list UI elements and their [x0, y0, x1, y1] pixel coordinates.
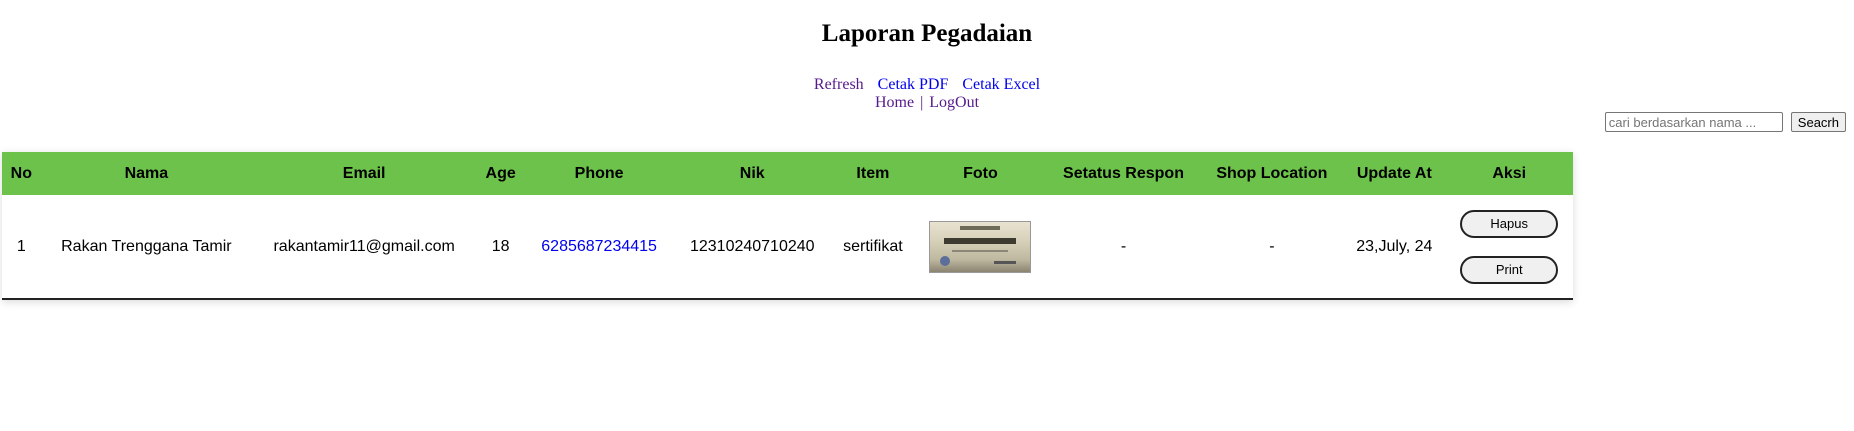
page-title: Laporan Pegadaian	[821, 20, 1033, 47]
certificate-photo-thumbnail[interactable]	[929, 220, 1032, 273]
table-row: 1 Rakan Trenggana Tamir rakantamir11@gma…	[2, 195, 1573, 298]
report-table: No Nama Email Age Phone Nik Item Foto Se…	[2, 152, 1573, 298]
delete-button[interactable]: Hapus	[1460, 209, 1559, 238]
logout-link[interactable]: LogOut	[929, 94, 979, 111]
cell-item: sertifikat	[843, 237, 903, 255]
print-button[interactable]: Print	[1460, 255, 1559, 284]
column-header-update-at: Update At	[1356, 164, 1432, 182]
column-header-item: Item	[856, 164, 890, 182]
cell-update-at: 23,July, 24	[1356, 237, 1433, 255]
column-header-phone: Phone	[574, 164, 624, 182]
cell-nama: Rakan Trenggana Tamir	[61, 237, 232, 255]
nav-separator: |	[920, 94, 924, 111]
table-header-row: No Nama Email Age Phone Nik Item Foto Se…	[2, 152, 1573, 195]
column-header-shop-location: Shop Location	[1216, 164, 1328, 182]
print-pdf-link[interactable]: Cetak PDF	[878, 76, 949, 93]
cell-age: 18	[491, 237, 510, 255]
certificate-line-graphic	[952, 249, 1009, 252]
search-form: Seacrh	[1604, 112, 1846, 132]
cell-phone[interactable]: 6285687234415	[525, 195, 673, 298]
print-excel-link[interactable]: Cetak Excel	[962, 76, 1040, 93]
column-header-no: No	[10, 164, 32, 182]
page: Laporan Pegadaian Refresh Cetak PDF Ceta…	[0, 0, 1854, 431]
certificate-name-graphic	[944, 237, 1017, 244]
column-header-nama: Nama	[124, 164, 169, 182]
report-table-container: No Nama Email Age Phone Nik Item Foto Se…	[2, 152, 1573, 300]
search-input[interactable]	[1604, 112, 1783, 132]
column-header-nik: Nik	[739, 164, 765, 182]
column-header-status: Setatus Respon	[1063, 164, 1184, 182]
cell-nik: 12310240710240	[689, 237, 815, 255]
cell-foto	[914, 195, 1046, 298]
cell-status: -	[1120, 237, 1127, 255]
certificate-seal-graphic	[940, 255, 951, 266]
column-header-foto: Foto	[963, 164, 998, 182]
column-header-email: Email	[342, 164, 386, 182]
account-links: Home | LogOut	[0, 94, 1854, 112]
home-link[interactable]: Home	[875, 94, 914, 111]
certificate-heading-graphic	[960, 225, 1001, 230]
cell-actions: Hapus Print	[1445, 195, 1573, 298]
cell-no: 1	[16, 237, 26, 255]
column-header-age: Age	[485, 164, 516, 182]
row-actions: Hapus Print	[1451, 209, 1567, 284]
cell-email: rakantamir11@gmail.com	[273, 237, 455, 255]
search-button[interactable]: Seacrh	[1790, 112, 1846, 132]
certificate-signature-graphic	[994, 260, 1017, 264]
refresh-link[interactable]: Refresh	[814, 76, 864, 93]
column-header-actions: Aksi	[1492, 164, 1527, 182]
export-links: Refresh Cetak PDF Cetak Excel	[0, 76, 1854, 94]
cell-shop-location: -	[1269, 237, 1275, 255]
